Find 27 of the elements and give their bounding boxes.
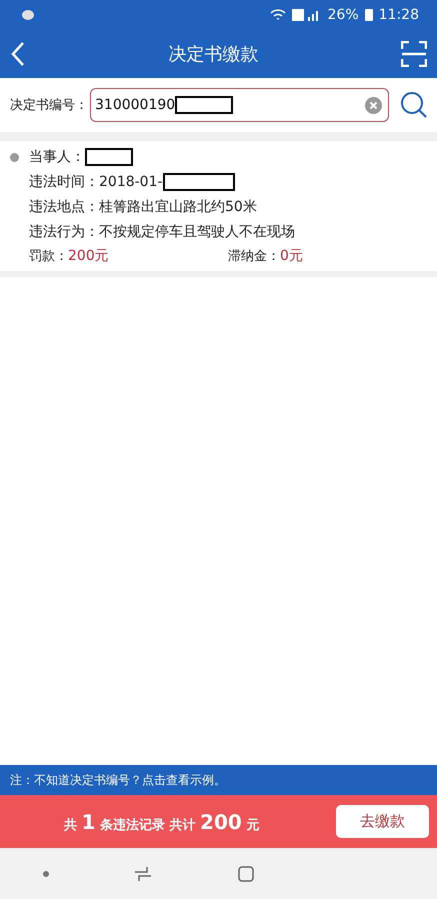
example-hint[interactable]: 注：不知道决定书编号？点击查看示例。: [0, 765, 437, 795]
record-field: 当事人：: [29, 148, 85, 166]
battery-percent: 26%: [328, 7, 359, 23]
recent-apps-icon[interactable]: [134, 866, 152, 882]
fine-amount: 200元: [68, 247, 109, 265]
wifi-icon: [270, 9, 286, 21]
fine-label: 罚款：: [29, 248, 68, 265]
bullet-icon: [10, 153, 19, 162]
dot-icon[interactable]: [42, 870, 49, 876]
battery-icon: [364, 9, 373, 21]
record-field: 违法行为：不按规定停车且驾驶人不在现场: [29, 223, 295, 241]
search-icon[interactable]: [399, 90, 429, 120]
scan-icon[interactable]: [401, 41, 427, 67]
back-icon[interactable]: [10, 41, 26, 67]
late-fee-amount: 0元: [280, 247, 303, 265]
late-fee-label: 滞纳金：: [228, 248, 280, 265]
record-field: 违法地点：桂箐路出宜山路北约50米: [29, 198, 257, 216]
field-label: 决定书编号：: [10, 97, 88, 114]
pay-button[interactable]: 去缴款: [336, 805, 429, 838]
summary-text: 共 1 条违法记录 共计 200 元: [64, 810, 260, 834]
chat-icon: [22, 9, 36, 21]
clear-icon[interactable]: [365, 96, 382, 114]
search-field[interactable]: 310000190: [90, 88, 389, 122]
home-icon[interactable]: [238, 866, 254, 882]
clock-time: 11:28: [378, 7, 419, 23]
record-field: 违法时间：2018-01-: [29, 173, 163, 191]
page-title: 决定书缴款: [168, 43, 258, 66]
